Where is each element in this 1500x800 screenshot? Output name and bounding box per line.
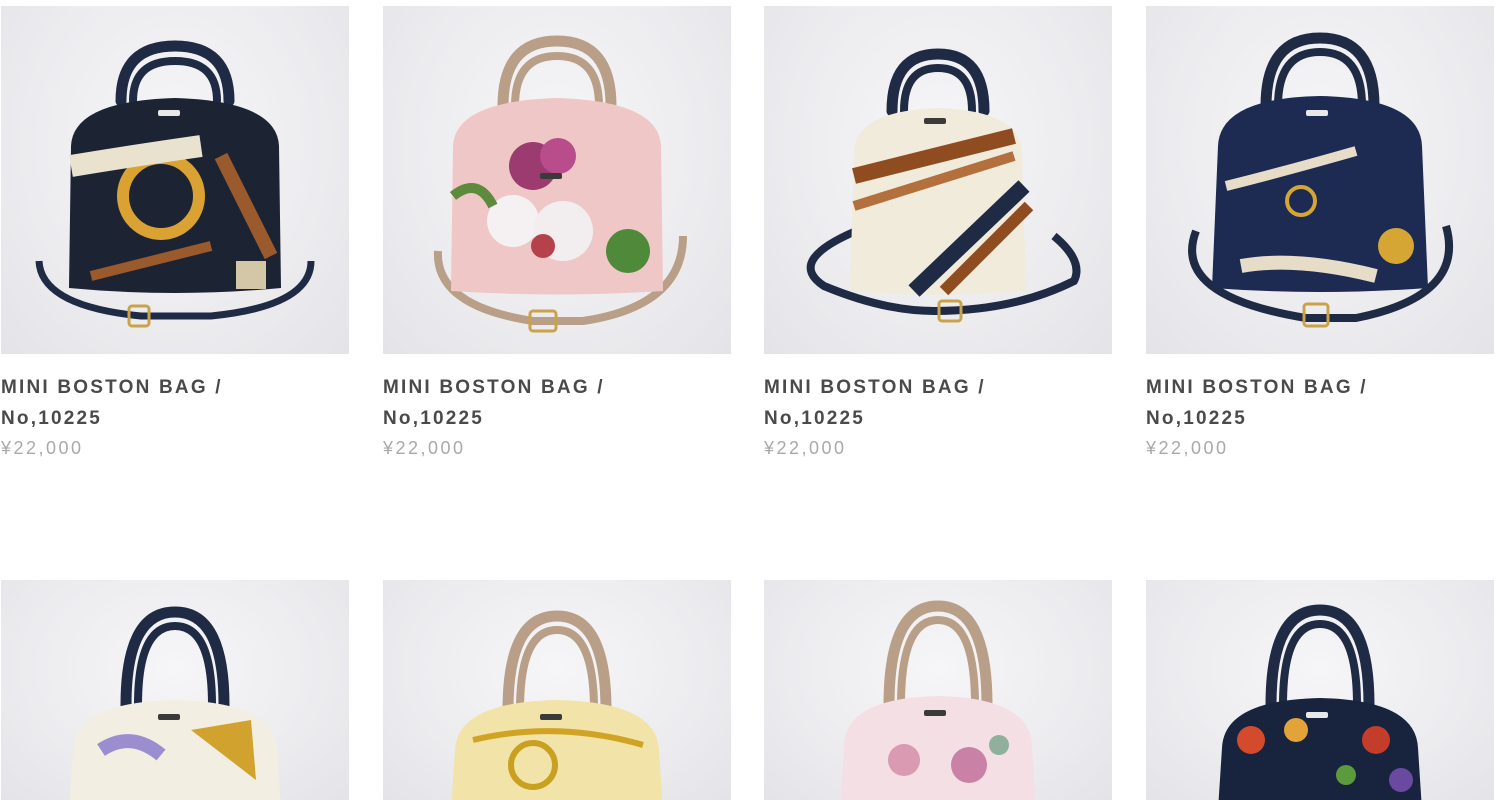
bag-illustration: [1218, 604, 1422, 800]
product-title[interactable]: MINI BOSTON BAG / No,10225: [1, 372, 301, 434]
product-title-line2: No,10225: [383, 408, 485, 429]
product-image[interactable]: [764, 6, 1112, 354]
product-card[interactable]: [383, 580, 731, 800]
product-title[interactable]: MINI BOSTON BAG / No,10225: [764, 372, 1064, 434]
product-title-line1: MINI BOSTON BAG /: [383, 377, 605, 398]
product-title-line1: MINI BOSTON BAG /: [1, 377, 223, 398]
product-grid: MINI BOSTON BAG / No,10225 ¥22,000 MINI …: [0, 0, 1500, 800]
bag-illustration: [840, 600, 1036, 800]
product-title[interactable]: MINI BOSTON BAG / No,10225: [383, 372, 683, 434]
product-card[interactable]: [764, 580, 1112, 800]
product-title[interactable]: MINI BOSTON BAG / No,10225: [1146, 372, 1446, 434]
product-title-line2: No,10225: [1146, 408, 1248, 429]
bag-illustration: [35, 40, 315, 328]
product-image[interactable]: [1146, 580, 1494, 800]
product-price: ¥22,000: [1146, 438, 1229, 458]
product-title-line2: No,10225: [1, 408, 103, 429]
product-card[interactable]: [1146, 580, 1494, 800]
product-image[interactable]: [1, 580, 349, 800]
bag-illustration: [69, 606, 281, 800]
product-card[interactable]: [1, 580, 349, 800]
product-title-line1: MINI BOSTON BAG /: [764, 377, 986, 398]
product-image[interactable]: [383, 6, 731, 354]
bag-illustration: [806, 48, 1081, 323]
product-card[interactable]: MINI BOSTON BAG / No,10225 ¥22,000: [1146, 6, 1494, 459]
product-price: ¥22,000: [1, 438, 84, 458]
product-price: ¥22,000: [764, 438, 847, 458]
product-image[interactable]: [383, 580, 731, 800]
product-image[interactable]: [1146, 6, 1494, 354]
product-card[interactable]: MINI BOSTON BAG / No,10225 ¥22,000: [764, 6, 1112, 459]
bag-illustration: [433, 35, 687, 333]
product-image[interactable]: [764, 580, 1112, 800]
product-title-line2: No,10225: [764, 408, 866, 429]
bag-illustration: [451, 610, 663, 800]
product-price: ¥22,000: [383, 438, 466, 458]
product-card[interactable]: MINI BOSTON BAG / No,10225 ¥22,000: [1, 6, 349, 459]
product-card[interactable]: MINI BOSTON BAG / No,10225 ¥22,000: [383, 6, 731, 459]
product-image[interactable]: [1, 6, 349, 354]
product-title-line1: MINI BOSTON BAG /: [1146, 377, 1368, 398]
bag-illustration: [1188, 32, 1454, 328]
